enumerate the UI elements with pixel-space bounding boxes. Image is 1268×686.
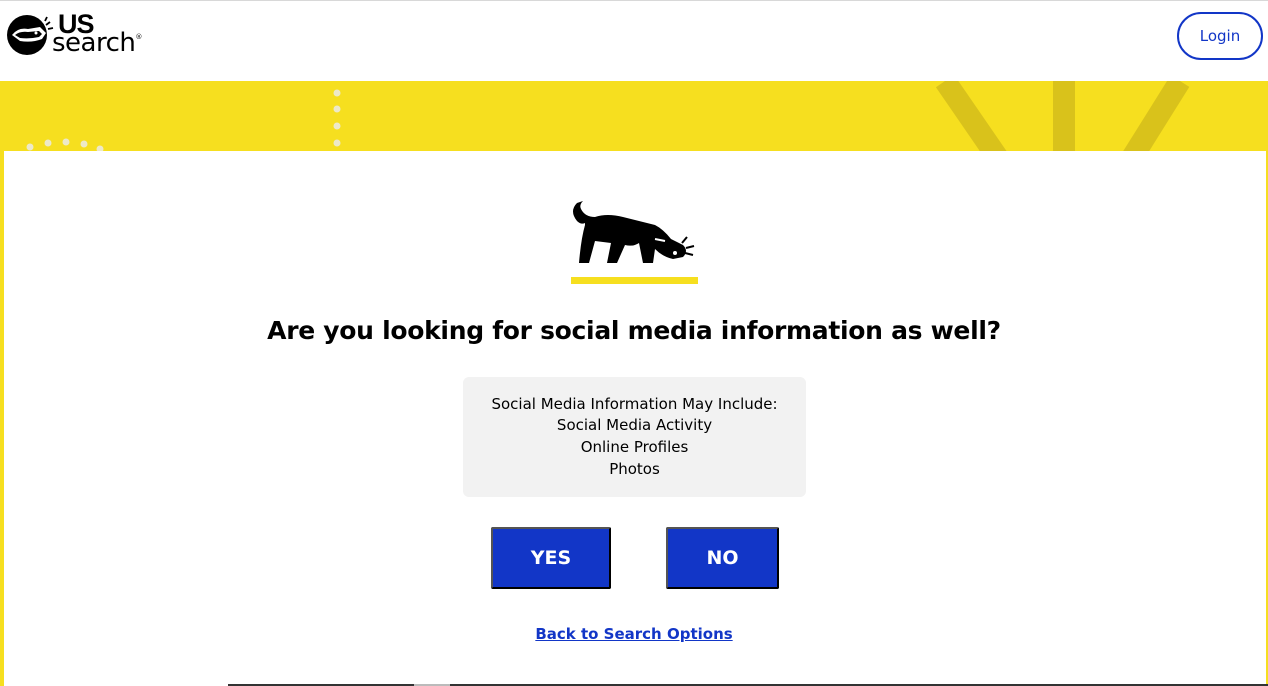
info-item-profiles: Online Profiles — [580, 438, 689, 456]
illustration-underline — [571, 277, 698, 284]
dog-head-icon — [7, 15, 54, 55]
top-navigation-bar: US search® Login — [0, 0, 1268, 81]
logo-text-search: search® — [52, 28, 142, 58]
login-button[interactable]: Login — [1177, 12, 1263, 60]
us-search-logo[interactable]: US search® — [6, 9, 166, 61]
sniffing-dog-icon — [567, 195, 702, 290]
info-box-title: Social Media Information May Include: — [491, 395, 778, 413]
hero-decoration — [26, 81, 1190, 161]
question-heading: Are you looking for social media informa… — [267, 316, 1001, 345]
yes-button[interactable]: YES — [491, 527, 611, 589]
no-button[interactable]: NO — [666, 527, 779, 589]
info-item-activity: Social Media Activity — [556, 416, 713, 434]
info-item-photos: Photos — [609, 460, 660, 478]
social-media-info-box: Social Media Information May Include: So… — [463, 377, 806, 497]
back-link-container: Back to Search Options — [0, 624, 1268, 643]
back-to-search-options-link[interactable]: Back to Search Options — [535, 625, 732, 643]
